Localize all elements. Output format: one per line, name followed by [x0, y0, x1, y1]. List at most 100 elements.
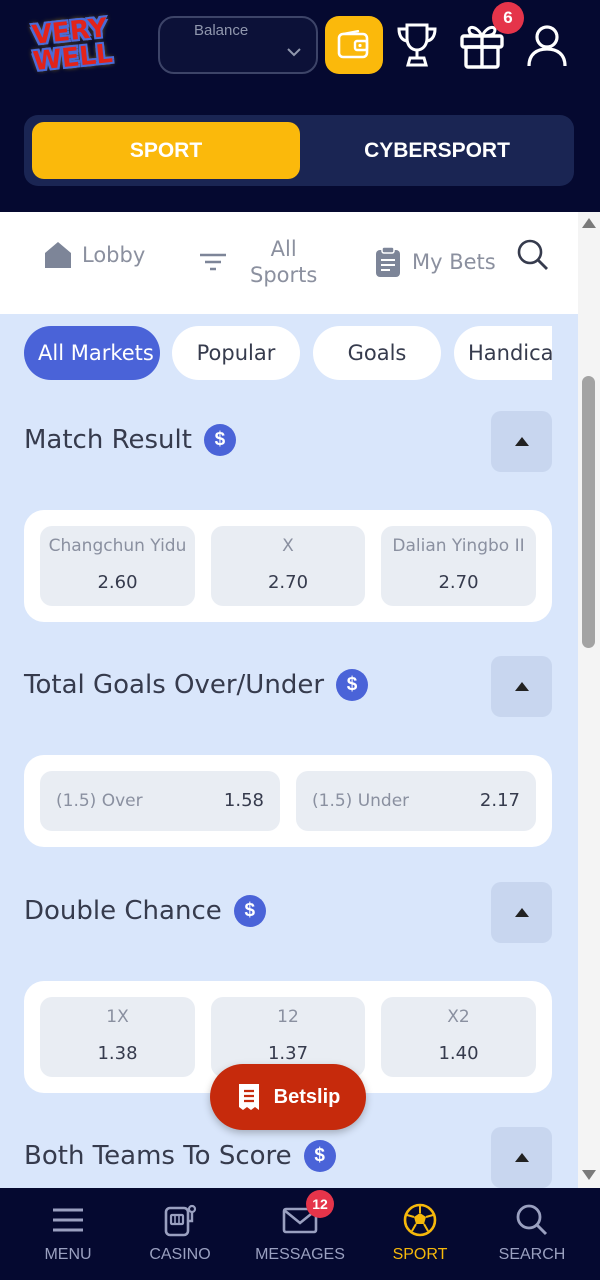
- odd-value: 1.40: [438, 1043, 479, 1064]
- scrollbar-track[interactable]: [578, 212, 600, 1188]
- odd-value: 1.37: [267, 1043, 309, 1064]
- collapse-match-result-button[interactable]: [491, 411, 552, 472]
- scroll-up-arrow-icon[interactable]: [582, 218, 596, 228]
- trophy-icon[interactable]: [396, 22, 438, 68]
- tab-sport[interactable]: SPORT: [32, 122, 300, 179]
- odd-value: 2.70: [438, 572, 479, 593]
- soccer-ball-icon: [403, 1203, 437, 1237]
- receipt-icon: [238, 1084, 259, 1110]
- odd-name: Changchun Yidu: [48, 536, 187, 556]
- user-icon[interactable]: [526, 24, 568, 68]
- odd-draw[interactable]: X 2.70: [211, 526, 365, 606]
- odd-name: 12: [277, 1007, 299, 1027]
- betslip-button[interactable]: Betslip: [210, 1064, 366, 1130]
- tab-cybersport[interactable]: CYBERSPORT: [308, 122, 566, 179]
- all-sports-label-line-1: All: [270, 237, 297, 261]
- section-title-text: Double Chance: [24, 896, 222, 926]
- chip-handicap[interactable]: Handicap: [454, 326, 552, 380]
- betslip-label: Betslip: [273, 1085, 341, 1108]
- nav-search[interactable]: SEARCH: [472, 1188, 592, 1280]
- odd-name: Dalian Yingbo II: [392, 536, 525, 556]
- odd-name: 1X: [106, 1007, 129, 1027]
- balance-label: Balance: [194, 22, 249, 39]
- odd-x2[interactable]: X2 1.40: [381, 997, 536, 1077]
- dollar-icon: $: [303, 1140, 336, 1172]
- chevron-up-icon: [514, 1153, 529, 1162]
- lobby-label: Lobby: [82, 243, 146, 267]
- scrollbar-thumb[interactable]: [582, 376, 595, 648]
- nav-messages-label: MESSAGES: [255, 1246, 345, 1263]
- top-header: VERY WELL Balance 6 SPORT CYBERSPORT: [0, 0, 600, 212]
- odd-value: 1.58: [223, 790, 264, 811]
- collapse-btts-button[interactable]: [491, 1127, 552, 1188]
- my-bets-link[interactable]: My Bets: [374, 246, 496, 278]
- all-sports-link[interactable]: All Sports: [198, 236, 317, 288]
- slot-machine-icon: [164, 1204, 197, 1237]
- dollar-icon: $: [336, 669, 369, 701]
- chevron-up-icon: [514, 682, 529, 691]
- chip-goals[interactable]: Goals: [313, 326, 441, 380]
- wallet-button[interactable]: [325, 16, 383, 74]
- search-icon[interactable]: [516, 238, 550, 272]
- odd-value: 2.17: [479, 790, 520, 811]
- all-sports-label-line-2: Sports: [250, 263, 318, 287]
- nav-search-label: SEARCH: [498, 1246, 566, 1263]
- match-result-card: Changchun Yidu 2.60 X 2.70 Dalian Yingbo…: [24, 510, 552, 622]
- dollar-icon: $: [203, 424, 236, 456]
- chip-all-markets[interactable]: All Markets: [24, 326, 160, 380]
- dollar-icon: $: [233, 895, 266, 927]
- all-sports-label: All Sports: [250, 236, 317, 288]
- section-title-text: Match Result: [24, 425, 192, 455]
- wallet-icon: [337, 30, 369, 59]
- search-icon: [516, 1204, 548, 1236]
- sport-type-switcher: SPORT CYBERSPORT: [24, 115, 574, 186]
- gift-count-badge: 6: [492, 2, 524, 34]
- odd-over[interactable]: (1.5) Over 1.58: [40, 771, 280, 831]
- nav-menu-label: MENU: [44, 1246, 92, 1263]
- nav-casino[interactable]: CASINO: [120, 1188, 240, 1280]
- markets-content: All Markets Popular Goals Handicap Match…: [0, 314, 578, 1188]
- total-goals-card: (1.5) Over 1.58 (1.5) Under 2.17: [24, 755, 552, 847]
- section-btts-title: Both Teams To Score $: [24, 1140, 336, 1172]
- odd-value: 2.70: [267, 572, 309, 593]
- sports-subnav: Lobby All Sports My Bets: [0, 212, 578, 314]
- chevron-up-icon: [514, 437, 529, 446]
- bottom-navigation: MENU CASINO MESSAGES SPORT SEARCH: [0, 1188, 600, 1280]
- odd-value: 2.60: [97, 572, 138, 593]
- nav-sport[interactable]: SPORT: [360, 1188, 480, 1280]
- messages-count-badge: 12: [306, 1190, 334, 1218]
- chip-popular[interactable]: Popular: [172, 326, 300, 380]
- odd-name: X2: [447, 1007, 470, 1027]
- section-match-result-title: Match Result $: [24, 424, 236, 456]
- odd-name: (1.5) Under: [312, 791, 410, 811]
- section-title-text: Both Teams To Score: [24, 1141, 292, 1171]
- nav-messages[interactable]: MESSAGES: [240, 1188, 360, 1280]
- nav-sport-label: SPORT: [392, 1246, 448, 1263]
- my-bets-label: My Bets: [412, 250, 496, 274]
- odd-under[interactable]: (1.5) Under 2.17: [296, 771, 536, 831]
- chevron-up-icon: [514, 908, 529, 917]
- odd-away[interactable]: Dalian Yingbo II 2.70: [381, 526, 536, 606]
- clipboard-icon: [376, 246, 400, 277]
- nav-casino-label: CASINO: [149, 1246, 211, 1263]
- balance-dropdown[interactable]: Balance: [158, 16, 318, 74]
- odd-1x[interactable]: 1X 1.38: [40, 997, 195, 1077]
- collapse-double-chance-button[interactable]: [491, 882, 552, 943]
- market-filter-chips: All Markets Popular Goals Handicap: [24, 326, 552, 380]
- nav-menu[interactable]: MENU: [8, 1188, 128, 1280]
- logo[interactable]: VERY WELL: [22, 12, 118, 78]
- logo-line-2: WELL: [31, 38, 115, 78]
- section-double-chance-title: Double Chance $: [24, 895, 266, 927]
- section-total-goals-title: Total Goals Over/Under $: [24, 669, 369, 701]
- section-title-text: Total Goals Over/Under: [24, 670, 325, 700]
- collapse-total-goals-button[interactable]: [491, 656, 552, 717]
- odd-value: 1.38: [97, 1043, 138, 1064]
- lobby-link[interactable]: Lobby: [42, 240, 145, 270]
- chevron-down-icon: [287, 48, 301, 57]
- odd-name: (1.5) Over: [56, 791, 143, 811]
- odd-name: X: [282, 536, 294, 556]
- odd-home[interactable]: Changchun Yidu 2.60: [40, 526, 195, 606]
- scroll-down-arrow-icon[interactable]: [582, 1170, 596, 1180]
- menu-icon: [53, 1208, 83, 1232]
- filter-icon: [200, 253, 226, 271]
